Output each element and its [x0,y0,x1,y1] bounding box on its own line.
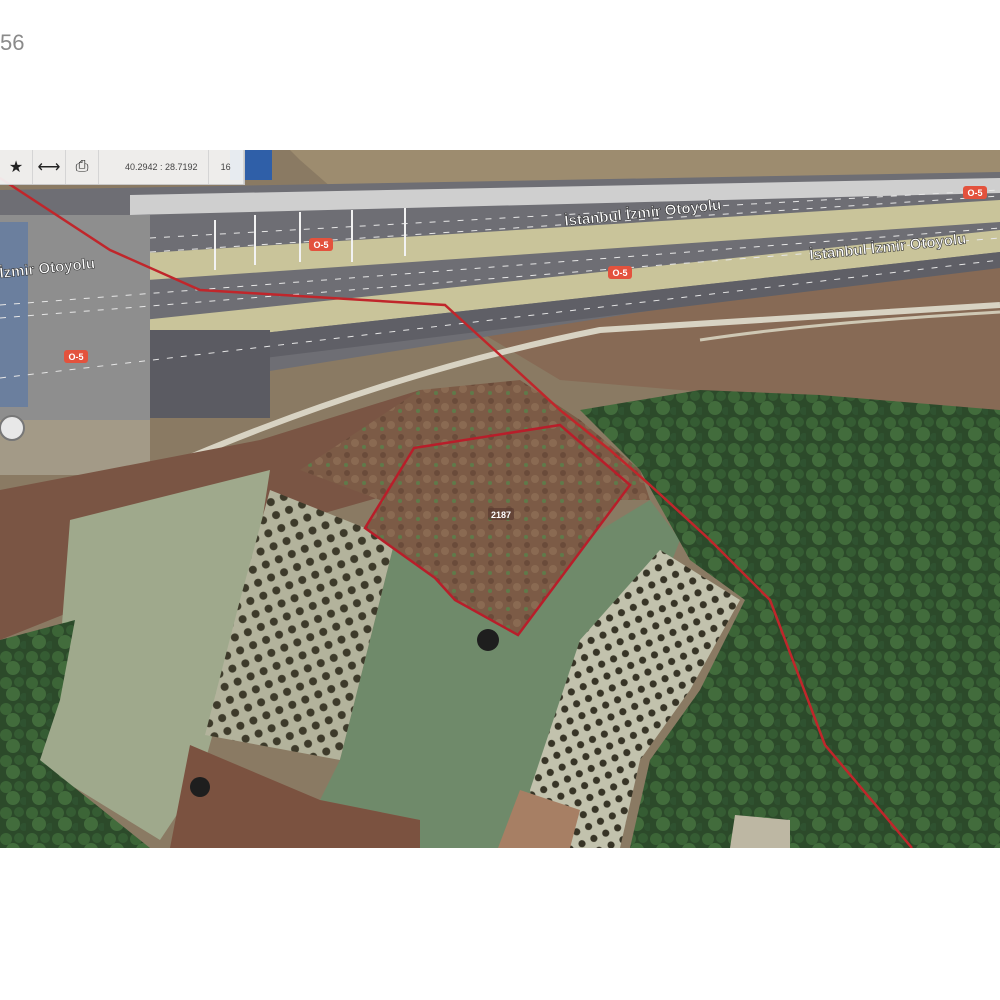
road-shield-1: O-5 [963,186,987,199]
print-icon[interactable]: ⎙ [66,150,99,184]
road-shield-3: O-5 [608,266,632,279]
well-1 [190,777,210,797]
clearing [730,815,790,848]
coordinates-readout: 40.2942 : 28.7192 [115,150,209,184]
corner-number: 56 [0,30,25,55]
parcel-label: 2187 [491,510,511,520]
road-shield-2: O-5 [309,238,333,251]
roundabout [0,415,25,441]
satellite-map[interactable]: 2187 İstanbul İzmir Otoyolu İstanbul İzm… [0,150,1000,848]
star-icon[interactable]: ★ [0,150,33,184]
well-2 [477,629,499,651]
map-toolbar: ★ ⟷ ⎙ 40.2942 : 28.7192 16 [0,150,245,185]
measure-icon[interactable]: ⟷ [33,150,66,184]
map-canvas: 2187 İstanbul İzmir Otoyolu İstanbul İzm… [0,150,1000,848]
svg-text:O-5: O-5 [68,352,83,362]
svg-text:O-5: O-5 [967,188,982,198]
svg-text:O-5: O-5 [313,240,328,250]
road-shield-4: O-5 [64,350,88,363]
svg-text:O-5: O-5 [612,268,627,278]
ramp [150,330,270,418]
zoom-level[interactable]: 16 [209,150,244,184]
toll-canopy [0,222,28,407]
